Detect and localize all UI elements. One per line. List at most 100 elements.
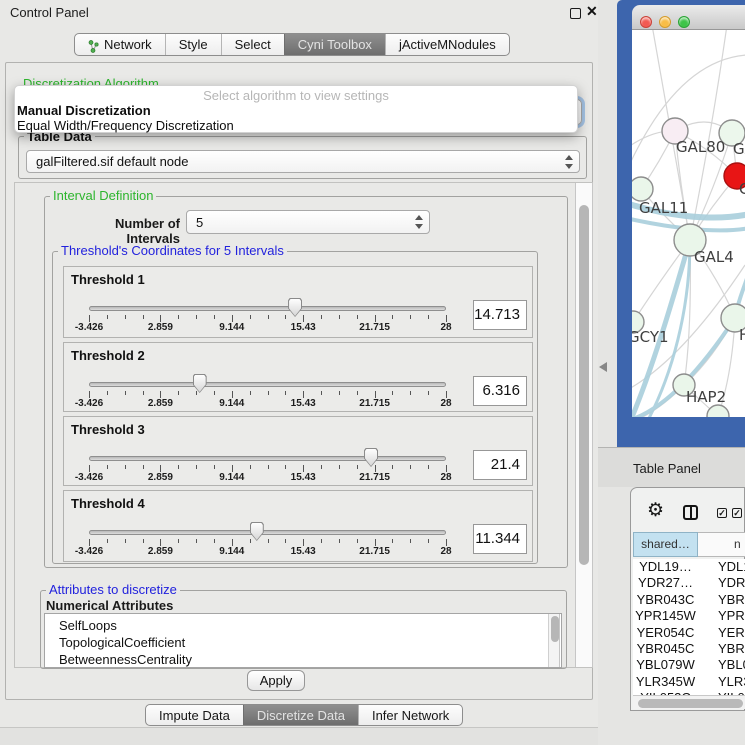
threshold-slider-thumb[interactable] (250, 522, 264, 541)
settings-vertical-scrollbar[interactable] (575, 183, 593, 667)
tick-label: 15.43 (273, 546, 333, 557)
scrollbar-thumb[interactable] (638, 699, 743, 708)
node[interactable] (632, 177, 653, 201)
table-header-row: shared… n (633, 532, 745, 557)
tick-mark (339, 391, 340, 395)
gear-icon[interactable]: ⚙ (647, 501, 664, 520)
scrollbar-thumb[interactable] (551, 616, 559, 642)
tick-mark (178, 391, 179, 395)
tick-mark (321, 539, 322, 543)
tab-impute-data[interactable]: Impute Data (146, 705, 243, 725)
tick-mark (160, 391, 161, 398)
combo-arrows-icon (414, 215, 423, 229)
close-traffic-light[interactable] (640, 16, 652, 28)
tick-mark (375, 465, 376, 472)
threshold-slider-thumb[interactable] (193, 374, 207, 393)
table-row[interactable]: YBR045CYBR0 (633, 641, 745, 657)
tick-mark (214, 539, 215, 543)
network-view[interactable]: GAL80 GA C GAL11 GAL4 GCY1 H HAP2 (632, 30, 745, 417)
table-row[interactable]: YBL079WYBL0 (633, 657, 745, 673)
number-of-intervals-select[interactable]: 5 (186, 210, 430, 234)
tab-discretize-data[interactable]: Discretize Data (243, 705, 358, 725)
tab-network[interactable]: Network (75, 34, 165, 55)
attribute-item-topologicalcoefficient[interactable]: TopologicalCoefficient (45, 634, 561, 651)
tick-mark (321, 315, 322, 319)
tick-label: 28 (416, 546, 476, 557)
tick-label: 2.859 (130, 472, 190, 483)
threshold-value-field[interactable]: 21.4 (473, 450, 527, 480)
apply-button[interactable]: Apply (247, 670, 305, 691)
tab-label: Infer Network (372, 705, 449, 726)
tick-mark (250, 315, 251, 319)
threshold-label: Threshold 1 (71, 272, 145, 287)
table-panel: ⚙ ✓ ✓ shared… n YDL19…YDL1YDR27…YDR2YBR0… (630, 487, 745, 711)
table-row[interactable]: YDR27…YDR2 (633, 575, 745, 591)
threshold-value-field[interactable]: 11.344 (473, 524, 527, 554)
table-data-select[interactable]: galFiltered.sif default node (26, 150, 580, 173)
scrollbar-thumb[interactable] (579, 205, 589, 565)
table-row[interactable]: YBR043CYBR0 (633, 592, 745, 608)
cell-shared-name: YBR045C (633, 641, 698, 657)
cell-name: YBR0 (698, 641, 745, 657)
minimize-traffic-light[interactable] (659, 16, 671, 28)
split-column-icon[interactable] (683, 505, 698, 520)
tab-cyni-toolbox[interactable]: Cyni Toolbox (284, 34, 385, 55)
tick-label: 2.859 (130, 398, 190, 409)
table-row[interactable]: YDL19…YDL1 (633, 559, 745, 575)
threshold-slider-track[interactable] (89, 382, 446, 387)
attribute-item-betweennesscentrality[interactable]: BetweennessCentrality (45, 651, 561, 668)
column-header-shared-name[interactable]: shared… (633, 532, 698, 557)
tick-mark (285, 391, 286, 395)
tick-label: 15.43 (273, 472, 333, 483)
tab-style[interactable]: Style (165, 34, 221, 55)
threshold-value-field[interactable]: 14.713 (473, 300, 527, 330)
column-header-name[interactable]: n (698, 532, 745, 557)
tick-label: 28 (416, 472, 476, 483)
mouse-cursor (599, 362, 607, 372)
node[interactable] (707, 405, 729, 417)
table-row[interactable]: YER054CYER0 (633, 625, 745, 641)
tick-mark (178, 315, 179, 319)
zoom-traffic-light[interactable] (678, 16, 690, 28)
algorithm-option-equal-width-frequency-discretization[interactable]: Equal Width/Frequency Discretization (15, 118, 577, 133)
table-horizontal-scrollbar[interactable] (633, 695, 745, 709)
tick-mark (285, 465, 286, 469)
tab-infer-network[interactable]: Infer Network (358, 705, 462, 725)
tab-jactivemnodules[interactable]: jActiveMNodules (385, 34, 509, 55)
numerical-attributes-list[interactable]: SelfLoopsTopologicalCoefficientBetweenne… (44, 613, 562, 668)
attributes-list-scrollbar[interactable] (548, 614, 560, 667)
checkbox-icon[interactable]: ✓ (717, 508, 727, 518)
table-row[interactable]: YLR345WYLR3 (633, 674, 745, 690)
tick-mark (410, 539, 411, 543)
tick-mark (160, 315, 161, 322)
close-icon[interactable]: ✕ (586, 3, 598, 20)
tick-mark (375, 315, 376, 322)
float-window-icon[interactable] (570, 8, 581, 19)
algorithm-option-manual-discretization[interactable]: Manual Discretization (15, 103, 577, 118)
threshold-slider-thumb[interactable] (288, 298, 302, 317)
checkbox-icon[interactable]: ✓ (732, 508, 742, 518)
table-row[interactable]: YPR145WYPR1 (633, 608, 745, 624)
tick-mark (89, 539, 90, 546)
threshold-slider-thumb[interactable] (364, 448, 378, 467)
tab-label: Select (235, 34, 271, 55)
tick-mark (232, 539, 233, 546)
threshold-slider-track[interactable] (89, 306, 446, 311)
attribute-item-selfloops[interactable]: SelfLoops (45, 617, 561, 634)
cell-name: YBL0 (698, 657, 745, 673)
threshold-slider-track[interactable] (89, 456, 446, 461)
network-window-titlebar[interactable] (632, 5, 745, 30)
threshold-value-field[interactable]: 6.316 (473, 376, 527, 406)
top-tab-bar: NetworkStyle Select Cyni ToolboxjActiveMNo… (74, 33, 510, 56)
tab-select[interactable]: Select (221, 34, 284, 55)
tick-label: 2.859 (130, 322, 190, 333)
tick-label: 21.715 (345, 546, 405, 557)
tick-label: 21.715 (345, 322, 405, 333)
cell-name: YER0 (698, 625, 745, 641)
network-graph: GAL80 GA C GAL11 GAL4 GCY1 H HAP2 (632, 30, 745, 417)
tick-mark (232, 465, 233, 472)
tick-mark (357, 315, 358, 319)
threshold-slider-track[interactable] (89, 530, 446, 535)
cell-name: YPR1 (698, 608, 745, 624)
tick-mark (410, 315, 411, 319)
